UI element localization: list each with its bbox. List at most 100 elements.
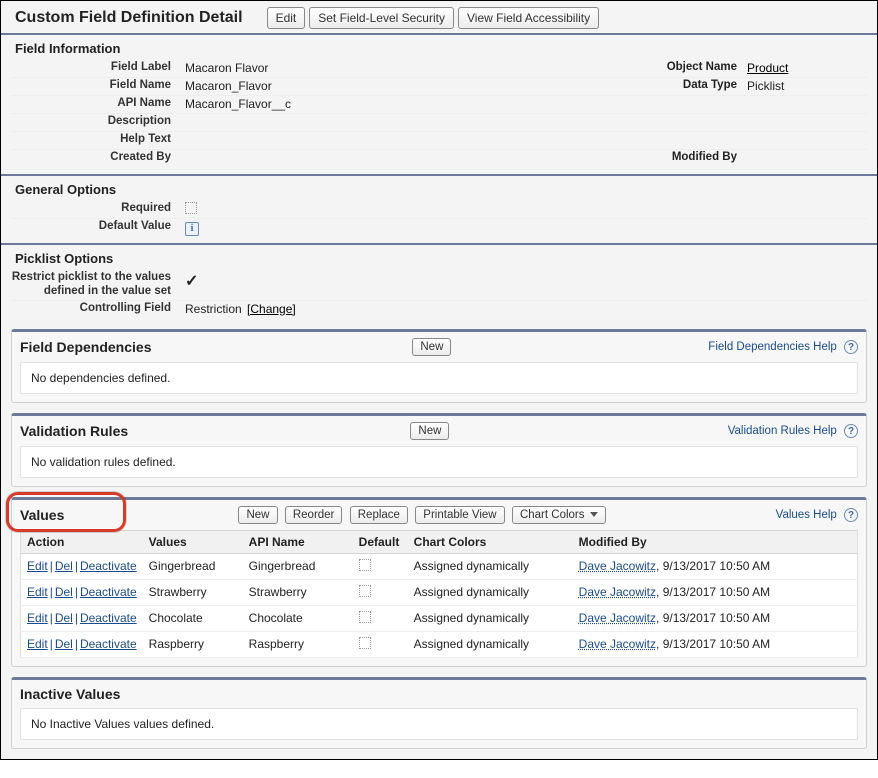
edit-link[interactable]: Edit (27, 637, 48, 651)
del-link[interactable]: Del (55, 585, 73, 599)
change-link[interactable]: [Change] (247, 302, 296, 316)
chart-colors-label: Chart Colors (520, 509, 585, 521)
values-reorder-button[interactable]: Reorder (285, 506, 343, 524)
modified-time: , 9/13/2017 10:50 AM (656, 559, 770, 573)
col-values: Values (143, 530, 243, 553)
field-dependencies-help-link[interactable]: Field Dependencies Help (708, 341, 837, 353)
edit-button[interactable]: Edit (267, 7, 306, 29)
inactive-values-panel: Inactive Values No Inactive Values value… (11, 677, 867, 749)
default-cell (353, 631, 408, 657)
inactive-values-title: Inactive Values (20, 686, 120, 702)
modified-by-label: Modified By (557, 151, 747, 167)
api-cell: Chocolate (243, 605, 353, 631)
edit-link[interactable]: Edit (27, 585, 48, 599)
created-by-value (181, 151, 557, 167)
data-type-value: Picklist (747, 79, 867, 94)
checkmark-icon: ✓ (185, 273, 198, 290)
deactivate-link[interactable]: Deactivate (80, 611, 137, 625)
chart-cell: Assigned dynamically (408, 605, 573, 631)
field-dependencies-new-button[interactable]: New (412, 338, 451, 356)
edit-link[interactable]: Edit (27, 611, 48, 625)
required-checkbox (185, 202, 197, 214)
help-icon[interactable]: ? (844, 340, 858, 354)
del-link[interactable]: Del (55, 611, 73, 625)
default-checkbox (359, 559, 371, 571)
description-value (181, 115, 867, 130)
modified-cell: Dave Jacowitz, 9/13/2017 10:50 AM (573, 631, 858, 657)
deactivate-link[interactable]: Deactivate (80, 559, 137, 573)
validation-new-button[interactable]: New (410, 422, 449, 440)
help-text-label: Help Text (11, 133, 181, 148)
default-cell (353, 579, 408, 605)
edit-link[interactable]: Edit (27, 559, 48, 573)
col-modified-by: Modified By (573, 530, 858, 553)
modified-user-link[interactable]: Dave Jacowitz (579, 585, 656, 599)
validation-empty: No validation rules defined. (20, 446, 858, 478)
values-new-button[interactable]: New (238, 506, 277, 524)
col-action: Action (21, 530, 143, 553)
deactivate-link[interactable]: Deactivate (80, 637, 137, 651)
table-header-row: Action Values API Name Default Chart Col… (21, 530, 858, 553)
field-dependencies-empty: No dependencies defined. (20, 362, 858, 394)
description-label: Description (11, 115, 181, 130)
help-icon[interactable]: ? (844, 508, 858, 522)
default-cell (353, 605, 408, 631)
modified-user-link[interactable]: Dave Jacowitz (579, 559, 656, 573)
general-options-heading: General Options (11, 176, 867, 201)
validation-rules-panel: Validation Rules New Validation Rules He… (11, 413, 867, 487)
value-cell: Strawberry (143, 579, 243, 605)
modified-cell: Dave Jacowitz, 9/13/2017 10:50 AM (573, 553, 858, 579)
values-help-link[interactable]: Values Help (776, 509, 837, 521)
modified-cell: Dave Jacowitz, 9/13/2017 10:50 AM (573, 579, 858, 605)
data-type-label: Data Type (557, 79, 747, 94)
chart-cell: Assigned dynamically (408, 631, 573, 657)
api-name-label: API Name (11, 97, 181, 112)
default-checkbox (359, 637, 371, 649)
chevron-down-icon (590, 512, 598, 517)
controlling-field-label: Controlling Field (11, 302, 181, 318)
field-dependencies-title: Field Dependencies (20, 339, 151, 355)
table-row: Edit|Del|DeactivateRaspberryRaspberryAss… (21, 631, 858, 657)
default-cell (353, 553, 408, 579)
value-cell: Gingerbread (143, 553, 243, 579)
default-checkbox (359, 585, 371, 597)
validation-help-link[interactable]: Validation Rules Help (728, 425, 837, 437)
info-icon[interactable]: i (185, 222, 199, 236)
validation-rules-title: Validation Rules (20, 423, 128, 439)
modified-cell: Dave Jacowitz, 9/13/2017 10:50 AM (573, 605, 858, 631)
default-value-label: Default Value (11, 220, 181, 236)
picklist-options-heading: Picklist Options (11, 245, 867, 270)
help-icon[interactable]: ? (844, 424, 858, 438)
values-printable-button[interactable]: Printable View (415, 506, 504, 524)
value-cell: Chocolate (143, 605, 243, 631)
deactivate-link[interactable]: Deactivate (80, 585, 137, 599)
object-name-label: Object Name (557, 61, 747, 76)
col-chart: Chart Colors (408, 530, 573, 553)
table-row: Edit|Del|DeactivateStrawberryStrawberryA… (21, 579, 858, 605)
required-label: Required (11, 202, 181, 217)
col-default: Default (353, 530, 408, 553)
modified-time: , 9/13/2017 10:50 AM (656, 611, 770, 625)
general-options-section: General Options Required Default Value i (1, 176, 877, 237)
view-accessibility-button[interactable]: View Field Accessibility (458, 7, 599, 29)
table-row: Edit|Del|DeactivateGingerbreadGingerbrea… (21, 553, 858, 579)
del-link[interactable]: Del (55, 637, 73, 651)
modified-user-link[interactable]: Dave Jacowitz (579, 611, 656, 625)
chart-cell: Assigned dynamically (408, 579, 573, 605)
field-dependencies-panel: Field Dependencies New Field Dependencie… (11, 329, 867, 403)
field-label-value: Macaron Flavor (181, 61, 557, 76)
help-text-value (181, 133, 867, 148)
field-name-label: Field Name (11, 79, 181, 94)
object-name-link[interactable]: Product (747, 61, 788, 75)
values-replace-button[interactable]: Replace (350, 506, 408, 524)
field-name-value: Macaron_Flavor (181, 79, 557, 94)
inactive-values-empty: No Inactive Values values defined. (20, 708, 858, 740)
picklist-options-section: Picklist Options Restrict picklist to th… (1, 245, 877, 319)
set-security-button[interactable]: Set Field-Level Security (309, 7, 454, 29)
del-link[interactable]: Del (55, 559, 73, 573)
api-cell: Raspberry (243, 631, 353, 657)
table-row: Edit|Del|DeactivateChocolateChocolateAss… (21, 605, 858, 631)
api-name-value: Macaron_Flavor__c (181, 97, 867, 112)
modified-user-link[interactable]: Dave Jacowitz (579, 637, 656, 651)
values-chart-colors-button[interactable]: Chart Colors (512, 506, 606, 524)
